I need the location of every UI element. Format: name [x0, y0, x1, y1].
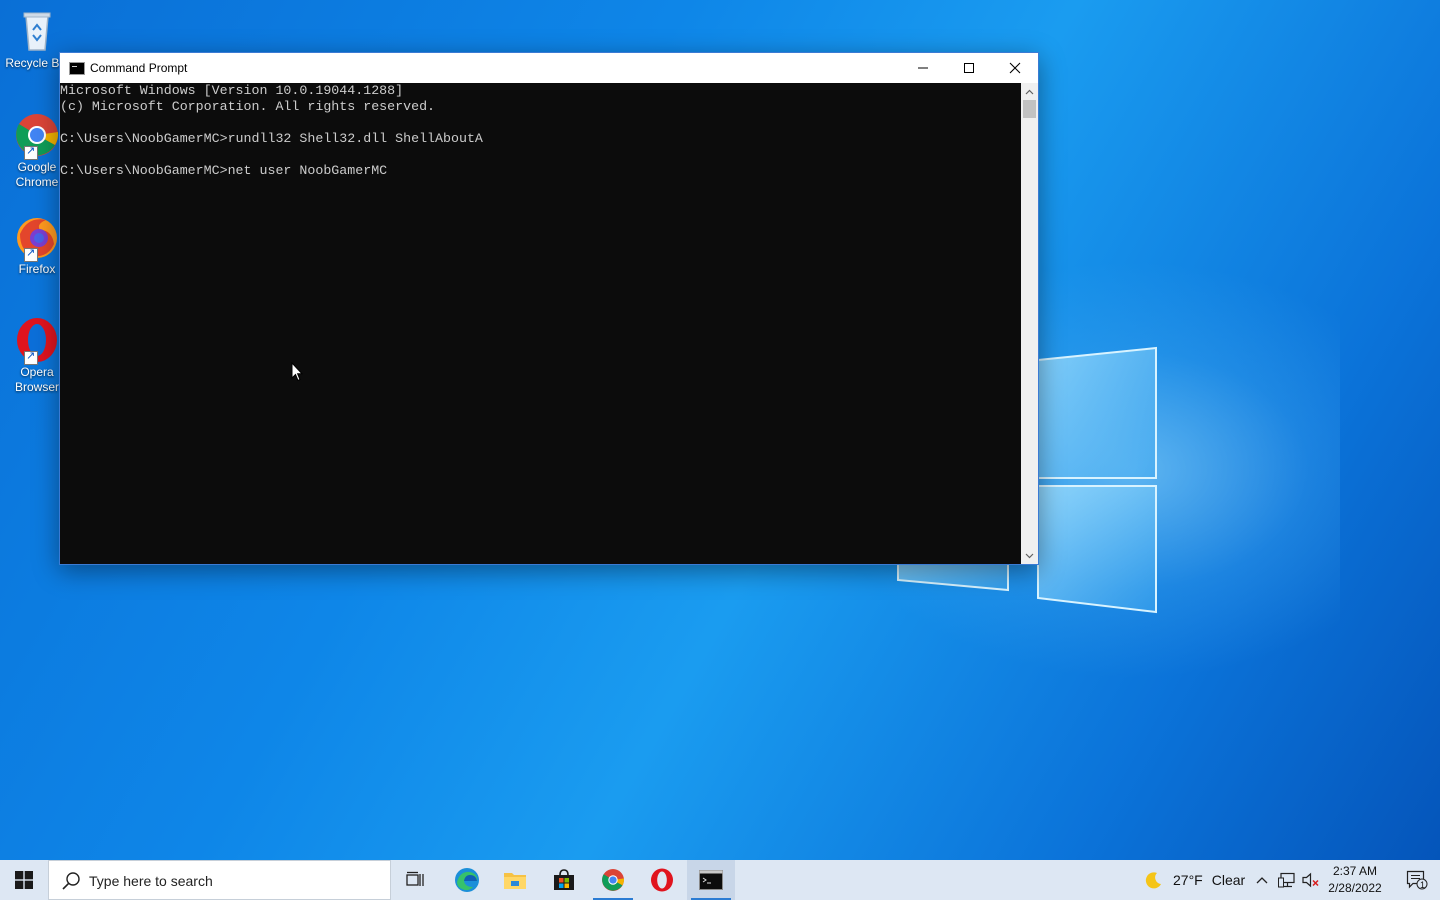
scroll-up-button[interactable]: [1021, 83, 1038, 100]
console-line: C:\Users\NoobGamerMC>net user NoobGamerM…: [60, 163, 388, 178]
console-line: (c) Microsoft Corporation. All rights re…: [60, 99, 436, 114]
taskbar-search-input[interactable]: Type here to search: [48, 860, 391, 900]
minimize-icon: [918, 67, 928, 69]
maximize-button[interactable]: [946, 53, 992, 83]
vertical-scrollbar[interactable]: [1021, 83, 1038, 564]
weather-temperature: 27°F: [1173, 872, 1203, 888]
console-output[interactable]: Microsoft Windows [Version 10.0.19044.12…: [60, 83, 1020, 563]
clock-date: 2/28/2022: [1328, 881, 1382, 895]
taskbar: Type here to search 27°F Clear 2:37 AM 2…: [0, 860, 1440, 900]
command-prompt-icon: [699, 870, 723, 890]
taskbar-edge[interactable]: [443, 860, 491, 900]
scroll-thumb[interactable]: [1023, 100, 1036, 118]
store-icon: [554, 869, 574, 890]
window-title-bar[interactable]: Command Prompt: [60, 53, 1038, 83]
chrome-icon: [14, 112, 60, 160]
chrome-icon: [602, 869, 625, 891]
chevron-up-icon: [1256, 877, 1268, 884]
search-icon: [62, 872, 80, 890]
command-prompt-icon: [69, 62, 85, 75]
search-placeholder: Type here to search: [89, 873, 213, 889]
network-button[interactable]: [1278, 860, 1296, 900]
file-explorer-icon: [504, 873, 526, 889]
taskbar-clock[interactable]: 2:37 AM 2/28/2022: [1322, 863, 1388, 897]
clock-time: 2:37 AM: [1332, 864, 1378, 878]
chevron-down-icon: [1025, 553, 1034, 558]
command-prompt-window[interactable]: Command Prompt Microsoft Windows [Versio…: [59, 52, 1039, 565]
minimize-button[interactable]: [900, 53, 946, 83]
taskbar-store[interactable]: [540, 860, 588, 900]
shortcut-arrow-icon: [24, 246, 38, 262]
maximize-icon: [964, 63, 974, 73]
show-hidden-icons-button[interactable]: [1255, 860, 1269, 900]
window-title: Command Prompt: [90, 61, 188, 75]
notification-count: 1: [1420, 880, 1426, 890]
network-icon: [1278, 872, 1295, 888]
start-button[interactable]: [0, 860, 48, 900]
volume-muted-icon: [1302, 872, 1319, 888]
shortcut-arrow-icon: [24, 349, 38, 365]
opera-icon: [14, 317, 60, 365]
taskbar-command-prompt[interactable]: [687, 860, 735, 900]
taskbar-chrome[interactable]: [589, 860, 637, 900]
scroll-down-button[interactable]: [1021, 547, 1038, 564]
taskbar-file-explorer[interactable]: [491, 860, 539, 900]
volume-button[interactable]: [1302, 860, 1320, 900]
opera-icon: [651, 868, 673, 892]
action-center-button[interactable]: 1: [1394, 860, 1440, 900]
taskbar-task-view[interactable]: [392, 860, 440, 900]
weather-widget[interactable]: 27°F Clear: [1145, 860, 1245, 900]
moon-icon: [1145, 872, 1161, 889]
firefox-icon: [14, 214, 60, 262]
close-button[interactable]: [992, 53, 1038, 83]
console-line: Microsoft Windows [Version 10.0.19044.12…: [60, 83, 404, 98]
close-icon: [1009, 62, 1021, 74]
task-view-icon: [406, 871, 424, 886]
console-line: C:\Users\NoobGamerMC>rundll32 Shell32.dl…: [60, 131, 483, 146]
windows-start-icon: [15, 871, 33, 889]
shortcut-arrow-icon: [24, 144, 38, 160]
taskbar-opera[interactable]: [638, 860, 686, 900]
recycle-bin-icon: [14, 8, 60, 54]
edge-icon: [455, 868, 479, 892]
weather-condition: Clear: [1211, 872, 1246, 888]
chevron-up-icon: [1025, 89, 1034, 94]
mouse-cursor-icon: [291, 362, 303, 382]
desktop: Recycle Bin Google Chrome: [0, 0, 1440, 860]
